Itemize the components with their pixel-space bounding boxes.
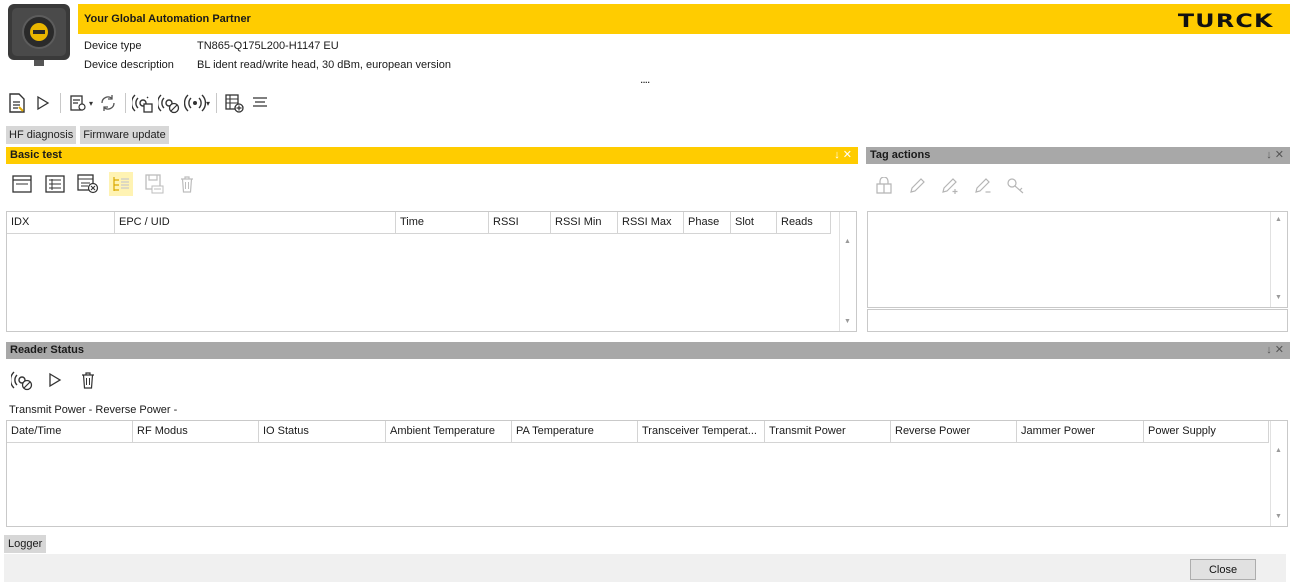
vertical-scrollbar[interactable]: ▲ ▼: [1270, 421, 1287, 526]
align-icon[interactable]: [247, 91, 273, 115]
column-header-pa-temperature[interactable]: PA Temperature: [512, 421, 638, 443]
scroll-up-icon[interactable]: ▲: [1275, 447, 1282, 454]
tag-actions-input[interactable]: [867, 309, 1288, 332]
column-header-io-status[interactable]: IO Status: [259, 421, 386, 443]
reader-status-header: Reader Status ↓ ✕: [6, 342, 1290, 359]
trash-icon[interactable]: [175, 172, 199, 196]
reader-status-title: Reader Status: [10, 344, 84, 356]
column-header-rf-modus[interactable]: RF Modus: [133, 421, 259, 443]
pin-close-icon[interactable]: ↓ ✕: [1266, 343, 1284, 356]
scroll-up-icon[interactable]: ▲: [1275, 216, 1282, 223]
scroll-up-icon[interactable]: ▲: [844, 238, 851, 245]
basic-test-title: Basic test: [10, 149, 62, 161]
device-description-label: Device description: [84, 59, 174, 71]
list-delete-icon[interactable]: [76, 172, 100, 196]
basic-test-toolbar: [10, 172, 208, 196]
tag-actions-list: ▲ ▼: [867, 211, 1288, 308]
device-image: [6, 2, 72, 68]
more-indicator[interactable]: ....: [640, 72, 650, 86]
table-add-icon[interactable]: [221, 91, 247, 115]
column-header-rssi[interactable]: RSSI: [489, 212, 551, 234]
column-header-time[interactable]: Time: [396, 212, 489, 234]
chevron-down-icon[interactable]: ▾: [206, 99, 210, 108]
trash-icon[interactable]: [76, 368, 100, 392]
device-type-value: TN865-Q175L200-H1147 EU: [197, 40, 339, 52]
tag-lock-icon[interactable]: [872, 174, 896, 198]
basic-test-header: Basic test ↓ ✕: [6, 147, 858, 164]
tab-logger[interactable]: Logger: [4, 535, 47, 553]
tab-firmware-update[interactable]: Firmware update: [80, 126, 169, 144]
scroll-down-icon[interactable]: ▼: [1275, 513, 1282, 520]
wireless-icon[interactable]: [182, 91, 208, 115]
refresh-icon[interactable]: [95, 91, 121, 115]
power-status-line: Transmit Power - Reverse Power -: [9, 404, 178, 416]
play-icon[interactable]: [30, 91, 56, 115]
column-header-slot[interactable]: Slot: [731, 212, 777, 234]
window-icon[interactable]: [10, 172, 34, 196]
pin-close-icon[interactable]: ↓ ✕: [1266, 148, 1284, 161]
reader-status-toolbar: [10, 368, 109, 392]
column-header-idx[interactable]: IDX: [7, 212, 115, 234]
brand-logo: TURCK: [1178, 10, 1274, 32]
header-bar: Your Global Automation Partner TURCK: [78, 4, 1290, 34]
tab-strip: HF diagnosis Firmware update: [6, 126, 173, 144]
play-icon[interactable]: [43, 368, 67, 392]
main-toolbar: ▾ ▾: [4, 90, 273, 116]
column-header-jammer-power[interactable]: Jammer Power: [1017, 421, 1144, 443]
vertical-scrollbar[interactable]: ▲ ▼: [839, 212, 856, 331]
device-type-label: Device type: [84, 40, 142, 52]
tree-list-icon[interactable]: [109, 172, 133, 196]
list-icon[interactable]: [43, 172, 67, 196]
toolbar-separator: [125, 93, 127, 113]
scroll-down-icon[interactable]: ▼: [844, 318, 851, 325]
column-header-transceiver-temperature[interactable]: Transceiver Temperat...: [638, 421, 765, 443]
header-tagline: Your Global Automation Partner: [84, 13, 251, 25]
pencil-remove-icon[interactable]: [971, 174, 995, 198]
tag-actions-title: Tag actions: [870, 149, 931, 161]
reader-status-table: Date/Time RF Modus IO Status Ambient Tem…: [6, 420, 1288, 527]
basic-test-table-header: IDX EPC / UID Time RSSI RSSI Min RSSI Ma…: [7, 212, 831, 234]
pencil-add-icon[interactable]: [938, 174, 962, 198]
config-icon[interactable]: [65, 91, 91, 115]
close-button[interactable]: Close: [1190, 559, 1256, 580]
antenna-tag-icon[interactable]: [130, 91, 156, 115]
column-header-phase[interactable]: Phase: [684, 212, 731, 234]
csv-export-icon[interactable]: [142, 172, 166, 196]
tab-hf-diagnosis[interactable]: HF diagnosis: [6, 126, 77, 144]
pin-close-icon[interactable]: ↓ ✕: [834, 148, 852, 161]
column-header-epc-uid[interactable]: EPC / UID: [115, 212, 396, 234]
antenna-check-icon[interactable]: [156, 91, 182, 115]
reader-status-table-header: Date/Time RF Modus IO Status Ambient Tem…: [7, 421, 1269, 443]
toolbar-separator: [60, 93, 61, 113]
toolbar-separator: [216, 93, 218, 113]
column-header-reads[interactable]: Reads: [777, 212, 831, 234]
pencil-icon[interactable]: [905, 174, 929, 198]
column-header-rssi-max[interactable]: RSSI Max: [618, 212, 684, 234]
device-description-value: BL ident read/write head, 30 dBm, europe…: [197, 59, 451, 71]
tag-actions-toolbar: [872, 174, 1037, 198]
report-icon[interactable]: [4, 91, 30, 115]
scroll-down-icon[interactable]: ▼: [1275, 294, 1282, 301]
tag-actions-header: Tag actions ↓ ✕: [866, 147, 1290, 164]
column-header-date-time[interactable]: Date/Time: [7, 421, 133, 443]
column-header-power-supply[interactable]: Power Supply: [1144, 421, 1269, 443]
column-header-transmit-power[interactable]: Transmit Power: [765, 421, 891, 443]
chevron-down-icon[interactable]: ▾: [89, 99, 93, 108]
column-header-ambient-temperature[interactable]: Ambient Temperature: [386, 421, 512, 443]
column-header-rssi-min[interactable]: RSSI Min: [551, 212, 618, 234]
vertical-scrollbar[interactable]: ▲ ▼: [1270, 212, 1287, 307]
column-header-reverse-power[interactable]: Reverse Power: [891, 421, 1017, 443]
basic-test-table: IDX EPC / UID Time RSSI RSSI Min RSSI Ma…: [6, 211, 857, 332]
antenna-check-icon[interactable]: [10, 368, 34, 392]
key-icon[interactable]: [1004, 174, 1028, 198]
footer-bar: Close: [4, 554, 1286, 582]
